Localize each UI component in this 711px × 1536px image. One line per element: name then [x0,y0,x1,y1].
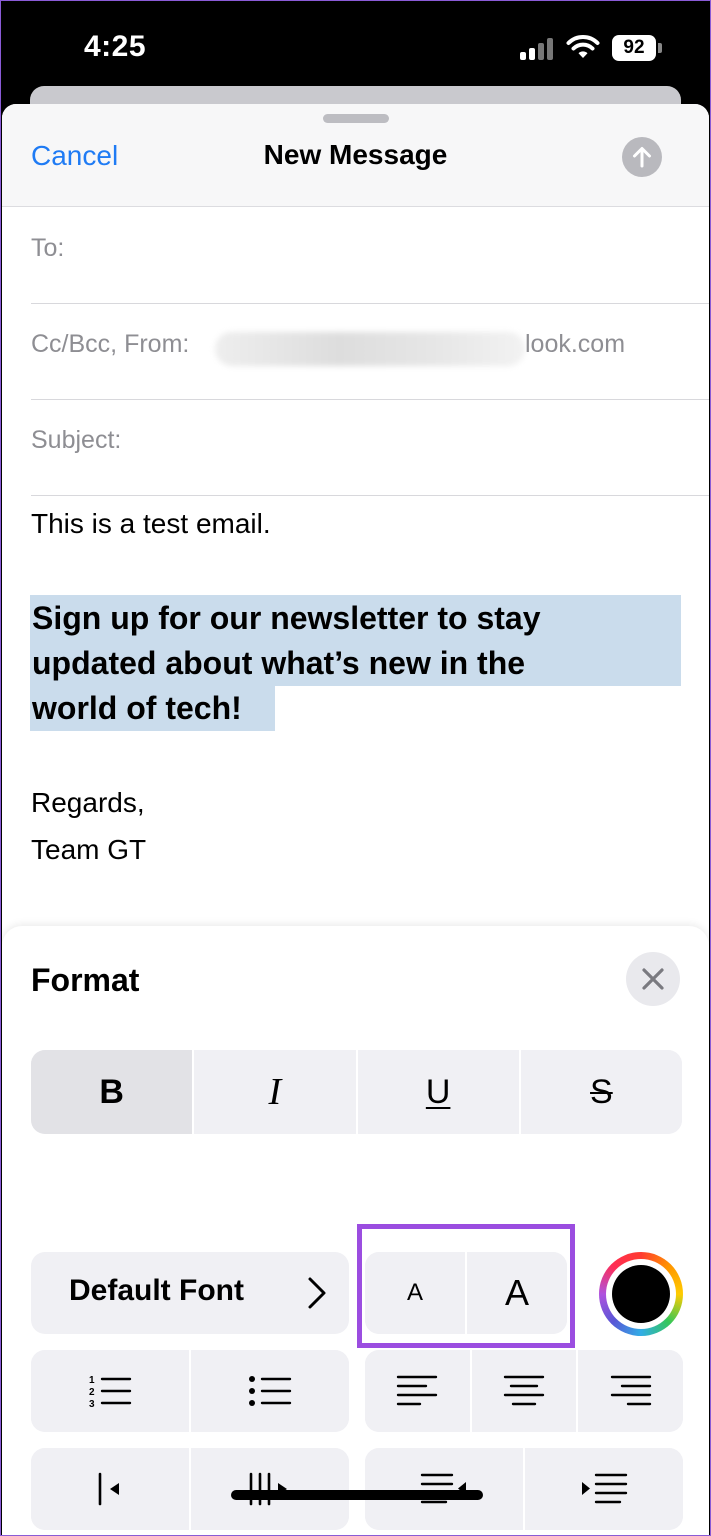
format-title: Format [31,962,140,998]
subject-field[interactable]: Subject: [31,400,709,496]
status-bar: 4:25 92 [0,0,711,90]
chevron-right-icon [308,1277,326,1309]
text-color-button[interactable] [599,1252,683,1336]
body-text-line[interactable]: This is a test email. [31,508,271,540]
bold-label: B [99,1072,124,1111]
selected-text-line[interactable]: world of tech! [30,685,275,731]
signature-line[interactable]: Team GT [31,834,146,866]
italic-label: I [268,1071,282,1113]
to-field[interactable]: To: [31,208,709,304]
increase-quote-icon [249,1472,287,1506]
compose-title: New Message [263,139,448,170]
numbered-list-button[interactable]: 1 2 3 [31,1350,189,1432]
underline-label: U [425,1072,451,1111]
font-size-highlight-box [357,1224,575,1348]
arrow-up-icon [633,147,651,168]
home-indicator[interactable] [231,1490,483,1500]
bulleted-list-icon [249,1376,292,1406]
ccbcc-from-field[interactable]: Cc/Bcc, From: look.com [31,304,709,400]
font-picker-button[interactable]: Default Font [31,1252,349,1334]
status-time: 4:25 [84,30,147,63]
underline-button[interactable]: U [355,1050,519,1134]
align-left-icon [397,1375,438,1406]
format-panel: Format B I U S Default Font A A 1 2 3 [2,926,709,1536]
italic-button[interactable]: I [192,1050,356,1134]
outdent-icon [420,1473,466,1504]
bulleted-list-button[interactable] [189,1350,349,1432]
compose-sheet: Cancel New Message To: Cc/Bcc, From: loo… [2,104,709,1536]
align-center-icon [503,1375,545,1406]
selected-text-line[interactable]: Sign up for our newsletter to stay [30,595,681,641]
strikethrough-label: S [590,1072,613,1111]
battery-icon: 92 [612,35,662,61]
cellular-signal-icon [520,38,556,60]
close-format-button[interactable] [626,952,680,1006]
compose-header: Cancel New Message [2,104,709,207]
redacted-email [215,332,525,366]
color-swatch [612,1265,670,1323]
svg-text:2: 2 [89,1387,95,1398]
align-right-icon [610,1375,651,1406]
battery-level: 92 [612,35,656,61]
from-address-suffix: look.com [525,330,626,358]
ccbcc-label: Cc/Bcc, From: [31,330,190,358]
outdent-button[interactable] [365,1448,523,1530]
quote-level-group [31,1448,349,1530]
svg-text:1: 1 [89,1375,95,1386]
align-left-button[interactable] [365,1350,470,1432]
decrease-quote-icon [98,1472,119,1506]
indent-group [365,1448,683,1530]
text-style-group: B I U S [31,1050,682,1134]
increase-quote-level-button[interactable] [189,1448,349,1530]
alignment-group [365,1350,683,1432]
sheet-grabber[interactable] [323,114,389,123]
font-label: Default Font [69,1274,244,1307]
numbered-list-icon: 1 2 3 [89,1375,132,1409]
svg-text:3: 3 [89,1399,95,1409]
selected-text-line[interactable]: updated about what’s new in the [30,640,681,686]
subject-label: Subject: [31,426,122,454]
align-right-button[interactable] [576,1350,683,1432]
send-button[interactable] [622,137,662,177]
decrease-quote-level-button[interactable] [31,1448,189,1530]
wifi-icon [566,35,600,58]
indent-button[interactable] [523,1448,683,1530]
align-center-button[interactable] [469,1350,577,1432]
indent-icon [582,1473,628,1504]
close-icon [642,968,664,990]
strikethrough-button[interactable]: S [518,1050,682,1134]
to-label: To: [31,234,65,262]
bold-button[interactable]: B [31,1050,193,1134]
list-style-group: 1 2 3 [31,1350,349,1432]
regards-line[interactable]: Regards, [31,787,145,819]
